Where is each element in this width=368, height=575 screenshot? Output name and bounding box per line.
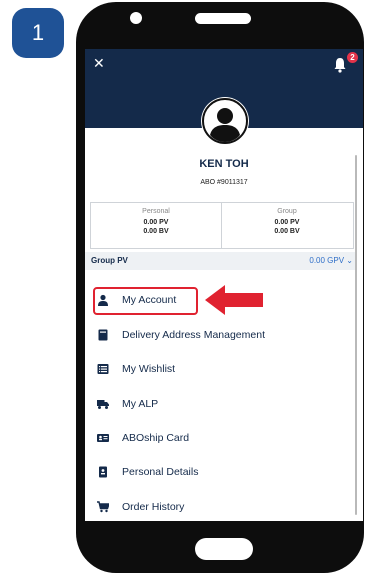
pointer-arrow-icon: [205, 285, 263, 315]
list-icon: [97, 364, 109, 374]
personal-points: Personal 0.00 PV 0.00 BV: [91, 203, 222, 248]
menu-label: My ALP: [122, 398, 159, 410]
step-number-badge: 1: [12, 8, 64, 58]
menu-label: Order History: [122, 501, 185, 513]
group-pv-value[interactable]: 0.00 GPV ⌄: [309, 256, 353, 265]
menu-label: Delivery Address Management: [122, 329, 265, 341]
cart-icon: [97, 501, 109, 513]
menu-item-wishlist[interactable]: My Wishlist: [85, 354, 355, 384]
user-avatar-icon: [202, 98, 248, 144]
truck-icon: [97, 400, 109, 409]
close-icon[interactable]: ✕: [93, 57, 105, 71]
notification-badge: 2: [347, 52, 358, 63]
personal-title: Personal: [142, 208, 170, 215]
personal-bv: 0.00 BV: [143, 228, 169, 235]
menu-item-aboship-card[interactable]: ABOship Card: [85, 423, 355, 453]
user-name: KEN TOH: [199, 158, 249, 170]
menu-label: My Wishlist: [122, 363, 176, 375]
points-summary: Personal 0.00 PV 0.00 BV Group 0.00 PV 0…: [90, 202, 354, 249]
menu-label: ABOship Card: [122, 432, 190, 444]
menu-label: Personal Details: [122, 466, 199, 478]
avatar: [201, 97, 249, 145]
group-pv-row[interactable]: Group PV 0.00 GPV ⌄: [85, 252, 355, 270]
group-pv: 0.00 PV: [274, 219, 300, 226]
menu-item-my-alp[interactable]: My ALP: [85, 389, 355, 419]
group-title: Group: [277, 208, 297, 215]
scrollbar[interactable]: [355, 155, 357, 515]
group-pv-label: Group PV: [91, 256, 128, 265]
personal-pv: 0.00 PV: [143, 219, 169, 226]
phone-home-button[interactable]: [195, 538, 253, 560]
menu-item-personal-details[interactable]: Personal Details: [85, 457, 355, 487]
book-icon: [98, 329, 108, 341]
menu-item-delivery-address[interactable]: Delivery Address Management: [85, 320, 355, 350]
group-points: Group 0.00 PV 0.00 BV: [222, 203, 352, 248]
menu-item-order-history[interactable]: Order History: [85, 492, 355, 521]
id-card-icon: [97, 434, 109, 442]
chevron-down-icon: ⌄: [346, 256, 353, 265]
group-bv: 0.00 BV: [274, 228, 300, 235]
my-account-highlight: [93, 287, 198, 315]
phone-speaker: [195, 13, 251, 24]
bell-icon[interactable]: [333, 57, 347, 73]
abo-number: ABO #9011317: [200, 179, 248, 186]
phone-camera: [130, 12, 142, 24]
badge-icon: [99, 466, 107, 478]
